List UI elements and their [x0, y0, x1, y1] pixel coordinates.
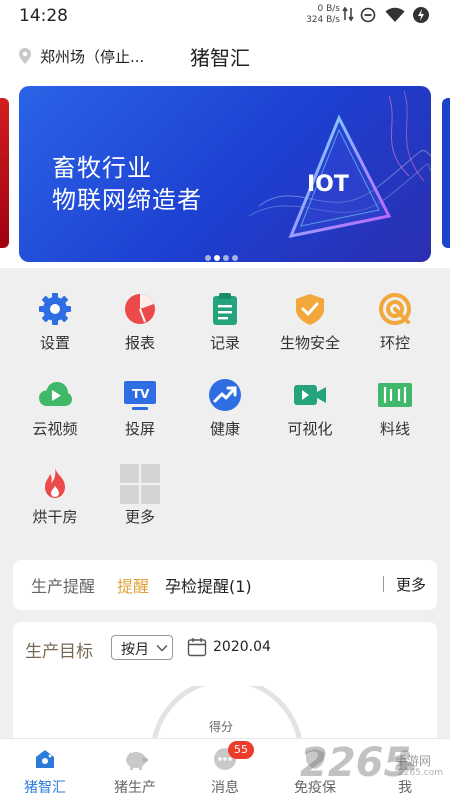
banner-next-peek[interactable] [442, 98, 450, 248]
more-grid-icon [120, 464, 160, 504]
banner-headline-2: 物联网缔造者 [52, 186, 202, 214]
grid-item-cast-screen[interactable]: TV 投屏 [95, 378, 185, 458]
grid-item-visualization[interactable]: 可视化 [265, 378, 355, 458]
page-title: 猪智汇 [190, 46, 250, 70]
banner-headline-1: 畜牧行业 [52, 154, 152, 182]
grid-item-feed-line[interactable]: 料线 [350, 378, 440, 458]
target-title: 生产目标 [25, 642, 93, 662]
gear-icon [39, 293, 71, 325]
grid-item-reports[interactable]: 报表 [95, 292, 185, 372]
tab-label: 我 [398, 780, 412, 796]
bottom-tab-bar: 猪智汇 猪生产 55 消息 免疫保 我 [0, 738, 450, 800]
grid-item-drying-room[interactable]: 烘干房 [10, 466, 100, 546]
location-pin-icon [19, 48, 31, 64]
production-target-card: 生产目标 按月 2020.04 得分 [13, 622, 437, 752]
banner-slide[interactable]: IOT 畜牧行业 物联网缔造者 [19, 86, 431, 262]
chevron-down-icon [156, 645, 168, 652]
grid-item-records[interactable]: 记录 [180, 292, 270, 372]
target-icon [379, 293, 411, 325]
divider [383, 576, 384, 592]
grid-label: 设置 [39, 334, 70, 352]
carousel-indicator [205, 246, 241, 262]
unread-badge: 55 [228, 741, 254, 759]
tab-me[interactable]: 我 [360, 739, 450, 800]
net-up-speed: 0 B/s [317, 4, 340, 14]
period-value: 按月 [121, 642, 149, 658]
net-down-speed: 324 B/s [306, 15, 340, 25]
banner-prev-peek[interactable] [0, 98, 9, 248]
flame-icon [45, 468, 65, 498]
carousel-dot[interactable] [232, 255, 238, 261]
grid-item-cloud-video[interactable]: 云视频 [10, 378, 100, 458]
grid-label: 可视化 [287, 420, 333, 438]
tab-messages[interactable]: 55 消息 [180, 739, 270, 800]
grid-item-env-control[interactable]: 环控 [350, 292, 440, 372]
grid-label: 报表 [124, 334, 155, 352]
reminder-more-link[interactable]: 更多 [396, 574, 426, 595]
farm-location-selector[interactable]: 郑州场（停止... [40, 46, 144, 67]
target-date[interactable]: 2020.04 [213, 639, 271, 655]
tab-immunity[interactable]: 免疫保 [270, 739, 360, 800]
data-transfer-icon [342, 6, 354, 22]
wifi-icon [385, 7, 405, 22]
iot-graphic: IOT [248, 90, 431, 239]
tab-label: 消息 [211, 780, 239, 796]
user-icon [395, 750, 415, 770]
network-speed: 0 B/s 324 B/s [302, 4, 340, 26]
tab-reminder[interactable]: 提醒 [117, 573, 149, 597]
feed-line-icon [378, 383, 412, 407]
status-time: 14:28 [19, 6, 68, 26]
period-dropdown[interactable]: 按月 [111, 635, 173, 660]
svg-text:TV: TV [132, 387, 150, 401]
grid-label: 料线 [379, 420, 410, 438]
tab-pregnancy-check-reminder[interactable]: 孕检提醒(1) [165, 573, 252, 597]
clipboard-icon [213, 293, 237, 325]
grid-item-health[interactable]: 健康 [180, 378, 270, 458]
score-label: 得分 [209, 720, 234, 734]
app-header: 郑州场（停止... 猪智汇 [0, 30, 450, 82]
video-camera-icon [294, 385, 326, 405]
carousel-dot-active[interactable] [214, 255, 220, 261]
home-icon [36, 750, 54, 768]
carousel-dot[interactable] [223, 255, 229, 261]
grid-label: 健康 [209, 420, 240, 438]
tab-production-reminder[interactable]: 生产提醒 [31, 573, 95, 597]
tv-icon: TV [124, 381, 156, 410]
tab-pig-production[interactable]: 猪生产 [90, 739, 180, 800]
grid-item-settings[interactable]: 设置 [10, 292, 100, 372]
tab-label: 猪智汇 [24, 780, 66, 796]
banner-carousel: IOT 畜牧行业 物联网缔造者 [0, 82, 450, 268]
status-bar: 14:28 0 B/s 324 B/s [0, 0, 450, 30]
grid-label: 云视频 [32, 420, 78, 438]
shield-check-icon [296, 294, 324, 325]
do-not-disturb-icon [360, 7, 376, 23]
shield-icon [306, 749, 324, 769]
battery-saver-icon [413, 7, 429, 23]
reminder-card: 生产提醒 提醒 孕检提醒(1) 更多 [13, 560, 437, 610]
tab-label: 免疫保 [294, 780, 336, 796]
grid-label: 生物安全 [279, 334, 340, 352]
calendar-icon[interactable] [187, 637, 207, 657]
grid-item-biosecurity[interactable]: 生物安全 [265, 292, 355, 372]
iot-badge-text: IOT [307, 172, 349, 197]
grid-item-more[interactable]: 更多 [95, 464, 185, 546]
pig-icon [126, 752, 148, 770]
grid-label: 更多 [124, 508, 155, 526]
function-grid: 设置 报表 记录 生物安全 环控 云视频 TV 投屏 健康 可视化 料线 烘干房… [0, 268, 450, 550]
trend-icon [209, 379, 241, 411]
grid-label: 环控 [379, 334, 410, 352]
carousel-dot[interactable] [205, 255, 211, 261]
tab-label: 猪生产 [114, 780, 156, 796]
grid-label: 投屏 [124, 420, 155, 438]
grid-label: 记录 [209, 334, 240, 352]
pie-chart-icon [125, 294, 155, 324]
cloud-play-icon [39, 382, 72, 406]
tab-home[interactable]: 猪智汇 [0, 739, 90, 800]
grid-label: 烘干房 [32, 508, 78, 526]
